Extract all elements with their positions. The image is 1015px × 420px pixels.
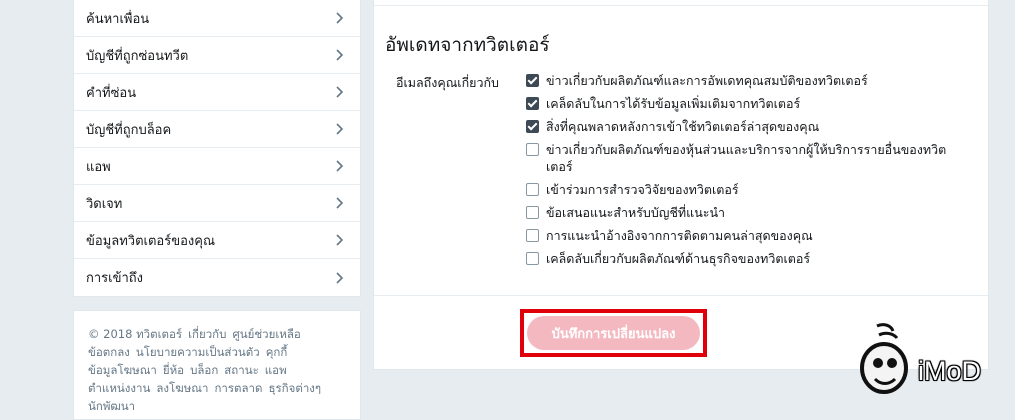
sidebar-item-apps[interactable]: แอพ: [74, 148, 360, 185]
footer-link-help-center[interactable]: ศูนย์ช่วยเหลือ: [232, 327, 300, 341]
footer-link-brand[interactable]: ยี่ห้อ: [163, 363, 184, 377]
sidebar-item-muted-accounts[interactable]: บัญชีที่ถูกซ่อนทวีต: [74, 37, 360, 74]
checkbox[interactable]: [526, 120, 539, 133]
option-product-news[interactable]: ข่าวเกี่ยวกับผลิตภัณฑ์และการอัพเดทคุณสมบ…: [526, 72, 966, 89]
option-label: ข้อเสนอแนะสำหรับบัญชีที่แนะนำ: [546, 205, 726, 220]
sidebar-item-widgets[interactable]: วิดเจท: [74, 185, 360, 222]
option-label: การแนะนำอ้างอิงจากการติดตามคนล่าสุดของคุ…: [546, 228, 813, 243]
chevron-right-icon: [332, 159, 346, 173]
sidebar-item-label: คำที่ซ่อน: [86, 85, 137, 101]
chevron-right-icon: [332, 11, 346, 25]
chevron-right-icon: [332, 271, 346, 285]
option-label: สิ่งที่คุณพลาดหลังการเข้าใช้ทวิตเตอร์ล่า…: [546, 119, 820, 134]
sidebar-item-label: แอพ: [86, 159, 111, 175]
chevron-right-icon: [332, 48, 346, 62]
option-label: ข่าวเกี่ยวกับผลิตภัณฑ์และการอัพเดทคุณสมบ…: [546, 73, 868, 88]
email-options-list: ข่าวเกี่ยวกับผลิตภัณฑ์และการอัพเดทคุณสมบ…: [526, 72, 966, 273]
sidebar-item-your-twitter-data[interactable]: ข้อมูลทวิตเตอร์ของคุณ: [74, 222, 360, 259]
sidebar-item-label: ข้อมูลทวิตเตอร์ของคุณ: [86, 233, 216, 249]
section-title: อัพเดทจากทวิตเตอร์: [385, 34, 550, 56]
footer-link-developers[interactable]: นักพัฒนา: [88, 399, 135, 413]
option-label: เคล็ดลับเกี่ยวกับผลิตภัณฑ์ด้านธุรกิจของท…: [546, 251, 811, 266]
sidebar-item-label: บัญชีที่ถูกซ่อนทวีต: [86, 48, 189, 64]
sidebar-item-blocked-accounts[interactable]: บัญชีที่ถูกบล็อค: [74, 111, 360, 148]
sidebar-item-label: วิดเจท: [86, 196, 123, 212]
footer-link-ads-info[interactable]: ข้อมูลโฆษณา: [88, 363, 157, 377]
option-partner-news[interactable]: ข่าวเกี่ยวกับผลิตภัณฑ์ของหุ้นส่วนและบริก…: [526, 141, 966, 175]
chevron-right-icon: [332, 233, 346, 247]
chevron-right-icon: [332, 85, 346, 99]
option-account-suggestions[interactable]: ข้อเสนอแนะสำหรับบัญชีที่แนะนำ: [526, 204, 966, 221]
checkbox[interactable]: [526, 143, 539, 156]
footer-links: © 2018 ทวิตเตอร์ เกี่ยวกับ ศูนย์ช่วยเหลือ …: [73, 310, 361, 420]
watermark-text: iMoD: [918, 356, 982, 386]
option-label: เคล็ดลับในการได้รับข้อมูลเพิ่มเติมจากทวิ…: [546, 96, 801, 111]
divider: [374, 5, 988, 6]
field-label: อีเมลถึงคุณเกี่ยวกับ: [396, 75, 499, 90]
option-follow-recommendations[interactable]: การแนะนำอ้างอิงจากการติดตามคนล่าสุดของคุ…: [526, 227, 966, 244]
option-research-surveys[interactable]: เข้าร่วมการสำรวจวิจัยของทวิตเตอร์: [526, 181, 966, 198]
sidebar-item-label: การเข้าถึง: [86, 271, 144, 286]
option-label: ข่าวเกี่ยวกับผลิตภัณฑ์ของหุ้นส่วนและบริก…: [546, 142, 947, 174]
save-changes-button[interactable]: บันทึกการเปลี่ยนแปลง: [527, 316, 700, 350]
footer-link-marketing[interactable]: การตลาด: [214, 381, 262, 395]
footer-link-jobs[interactable]: ตำแหน่งงาน: [88, 381, 150, 395]
divider: [374, 295, 988, 296]
footer-link-businesses[interactable]: ธุรกิจต่างๆ: [268, 381, 321, 395]
checkbox[interactable]: [526, 183, 539, 196]
checkbox[interactable]: [526, 97, 539, 110]
checkbox[interactable]: [526, 252, 539, 265]
checkbox[interactable]: [526, 74, 539, 87]
chevron-right-icon: [332, 196, 346, 210]
settings-menu: ค้นหาเพื่อน บัญชีที่ถูกซ่อนทวีต คำที่ซ่อ…: [73, 0, 361, 297]
sidebar-item-muted-words[interactable]: คำที่ซ่อน: [74, 74, 360, 111]
footer-link-blog[interactable]: บล็อก: [190, 363, 218, 377]
option-label: เข้าร่วมการสำรวจวิจัยของทวิตเตอร์: [546, 182, 739, 197]
sidebar-item-label: บัญชีที่ถูกบล็อค: [86, 122, 172, 138]
footer-link-terms[interactable]: ข้อตกลง: [88, 345, 130, 359]
footer-link-advertise[interactable]: ลงโฆษณา: [156, 381, 208, 395]
option-business-tips[interactable]: เคล็ดลับเกี่ยวกับผลิตภัณฑ์ด้านธุรกิจของท…: [526, 250, 966, 267]
option-tips[interactable]: เคล็ดลับในการได้รับข้อมูลเพิ่มเติมจากทวิ…: [526, 95, 966, 112]
footer-link-privacy-policy[interactable]: นโยบายความเป็นส่วนตัว: [136, 345, 260, 359]
sidebar-item-accessibility[interactable]: การเข้าถึง: [74, 259, 360, 296]
footer-link-cookies[interactable]: คุกกี้: [266, 345, 288, 359]
footer-link-about[interactable]: เกี่ยวกับ: [188, 327, 226, 341]
checkbox[interactable]: [526, 206, 539, 219]
option-missed-since-last-login[interactable]: สิ่งที่คุณพลาดหลังการเข้าใช้ทวิตเตอร์ล่า…: [526, 118, 966, 135]
checkbox[interactable]: [526, 229, 539, 242]
footer-link-apps[interactable]: แอพ: [265, 363, 287, 377]
sidebar-item-label: ค้นหาเพื่อน: [86, 11, 150, 27]
sidebar-item-find-friends[interactable]: ค้นหาเพื่อน: [74, 0, 360, 37]
copyright-text: © 2018 ทวิตเตอร์: [88, 327, 183, 341]
imod-mascot-icon: [853, 323, 915, 395]
chevron-right-icon: [332, 122, 346, 136]
footer-link-status[interactable]: สถานะ: [224, 363, 258, 377]
